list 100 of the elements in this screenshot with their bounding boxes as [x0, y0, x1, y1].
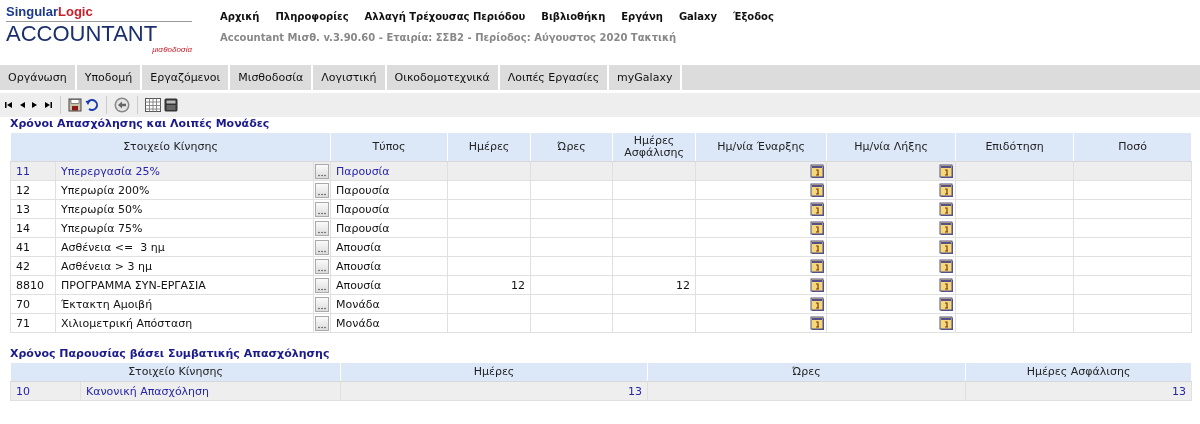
table-cell: 14 — [10, 218, 56, 238]
table-row[interactable]: 14 Υπερωρία 75% Παρουσία — [10, 218, 1192, 238]
table-row[interactable]: 12 Υπερωρία 200% Παρουσία — [10, 180, 1192, 200]
calendar-icon[interactable] — [939, 258, 955, 274]
calculator-icon[interactable] — [164, 98, 178, 112]
menu-link[interactable]: Βιβλιοθήκη — [541, 11, 606, 22]
table-cell: Έκτακτη Αμοιβή — [55, 294, 314, 314]
table-cell: Παρουσία — [330, 218, 448, 238]
column-header: Επιδότηση — [955, 132, 1074, 162]
browse-button[interactable] — [315, 277, 329, 293]
table-row[interactable]: 11 Υπερεργασία 25% Παρουσία — [10, 161, 1192, 181]
first-record-icon[interactable] — [4, 100, 14, 110]
table-row[interactable]: 13 Υπερωρία 50% Παρουσία — [10, 199, 1192, 219]
ellipsis-icon — [318, 306, 326, 310]
browse-button[interactable] — [315, 315, 329, 331]
calendar-icon[interactable] — [939, 296, 955, 312]
menu-link[interactable]: Αρχική — [220, 11, 260, 22]
ellipsis-icon — [318, 192, 326, 196]
table-cell: 12 — [447, 275, 531, 295]
table-cell: Παρουσία — [330, 180, 448, 200]
browse-button[interactable] — [315, 258, 329, 274]
table-cell: Χιλιομετρική Απόσταση — [55, 313, 314, 333]
table-cell: 13 — [10, 199, 56, 219]
table-cell: Ασθένεια > 3 ημ — [55, 256, 314, 276]
column-header: Ημ/νία Λήξης — [826, 132, 956, 162]
calendar-icon[interactable] — [810, 201, 826, 217]
table-row[interactable]: 10 Κανονική Απασχόληση 13 13 — [10, 381, 1192, 401]
grid-icon[interactable] — [145, 98, 161, 112]
calendar-icon[interactable] — [810, 258, 826, 274]
section-title: Χρόνοι Απασχόλησης και Λοιπές Μονάδες — [10, 117, 271, 132]
table-cell: Μονάδα — [330, 313, 448, 333]
calendar-icon[interactable] — [939, 201, 955, 217]
calendar-icon[interactable] — [939, 277, 955, 293]
column-header: Ημέρες — [340, 362, 648, 382]
table-cell: Μονάδα — [330, 294, 448, 314]
last-record-icon[interactable] — [43, 100, 53, 110]
table-cell: 71 — [10, 313, 56, 333]
table-cell: Ασθένεια <= 3 ημ — [55, 237, 314, 257]
calendar-icon[interactable] — [939, 239, 955, 255]
browse-button[interactable] — [315, 201, 329, 217]
calendar-icon[interactable] — [810, 239, 826, 255]
table-cell: 8810 — [10, 275, 56, 295]
menu-link[interactable]: Έξοδος — [733, 11, 774, 22]
product-subtitle: μισθοδοσία — [152, 45, 192, 54]
column-header: Στοιχείο Κίνησης — [10, 132, 331, 162]
calendar-icon[interactable] — [810, 315, 826, 331]
ellipsis-icon — [318, 230, 326, 234]
table-cell: ΠΡΟΓΡΑΜΜΑ ΣΥΝ-ΕΡΓΑΣΙΑ — [55, 275, 314, 295]
table-cell: Παρουσία — [330, 199, 448, 219]
table-cell: Υπερωρία 50% — [55, 199, 314, 219]
browse-button[interactable] — [315, 182, 329, 198]
back-icon[interactable] — [114, 97, 130, 113]
calendar-icon[interactable] — [810, 182, 826, 198]
save-icon[interactable] — [68, 98, 82, 112]
table-cell: 70 — [10, 294, 56, 314]
browse-button[interactable] — [315, 239, 329, 255]
table-cell: Υπερωρία 200% — [55, 180, 314, 200]
column-header: Ημέρες — [447, 132, 531, 162]
table-row[interactable]: 8810 ΠΡΟΓΡΑΜΜΑ ΣΥΝ-ΕΡΓΑΣΙΑ Απουσία 12 12 — [10, 275, 1192, 295]
browse-button[interactable] — [315, 220, 329, 236]
product-name: ACCOUNTANT — [6, 23, 158, 45]
calendar-icon[interactable] — [939, 182, 955, 198]
table-cell: Απουσία — [330, 256, 448, 276]
brand-logo: SingularLogic — [6, 4, 93, 19]
table-row[interactable]: 71 Χιλιομετρική Απόσταση Μονάδα — [10, 313, 1192, 333]
ellipsis-icon — [318, 173, 326, 177]
calendar-icon[interactable] — [810, 163, 826, 179]
table-row[interactable]: 41 Ασθένεια <= 3 ημ Απουσία — [10, 237, 1192, 257]
menu-link[interactable]: Εργάνη — [621, 11, 663, 22]
table-cell: 42 — [10, 256, 56, 276]
table-row[interactable]: 70 Έκτακτη Αμοιβή Μονάδα — [10, 294, 1192, 314]
menu-link[interactable]: Galaxy — [678, 11, 717, 22]
calendar-icon[interactable] — [939, 220, 955, 236]
ellipsis-icon — [318, 325, 326, 329]
info-line: Accountant Μισθ. v.3.90.60 - Εταιρία: ΣΣΒ2 - Περίοδος: Αύγουστος 2020 Τακτική — [220, 32, 678, 43]
table-cell: Απουσία — [330, 237, 448, 257]
menu-link[interactable]: Πληροφορίες — [275, 11, 349, 22]
column-header: Στοιχείο Κίνησης — [10, 362, 341, 382]
ellipsis-icon — [318, 268, 326, 272]
calendar-icon[interactable] — [810, 220, 826, 236]
section-title: Χρόνος Παρουσίας βάσει Συμβατικής Απασχόλησης — [10, 347, 331, 362]
browse-button[interactable] — [315, 163, 329, 179]
table-cell: 12 — [10, 180, 56, 200]
table-cell: 41 — [10, 237, 56, 257]
undo-icon[interactable] — [85, 98, 99, 112]
calendar-icon[interactable] — [939, 315, 955, 331]
table-row[interactable]: 42 Ασθένεια > 3 ημ Απουσία — [10, 256, 1192, 276]
calendar-icon[interactable] — [810, 296, 826, 312]
column-header: Τύπος — [330, 132, 448, 162]
calendar-icon[interactable] — [939, 163, 955, 179]
column-header: Ημέρες Ασφάλισης — [965, 362, 1192, 382]
browse-button[interactable] — [315, 296, 329, 312]
ellipsis-icon — [318, 287, 326, 291]
column-header: Ώρες — [530, 132, 613, 162]
column-header: Ημ/νία Έναρξης — [695, 132, 827, 162]
column-header: Ποσό — [1073, 132, 1192, 162]
menu-link[interactable]: Αλλαγή Τρέχουσας Περιόδου — [364, 11, 526, 22]
table-cell: Υπερωρία 75% — [55, 218, 314, 238]
calendar-icon[interactable] — [810, 277, 826, 293]
ellipsis-icon — [318, 211, 326, 215]
